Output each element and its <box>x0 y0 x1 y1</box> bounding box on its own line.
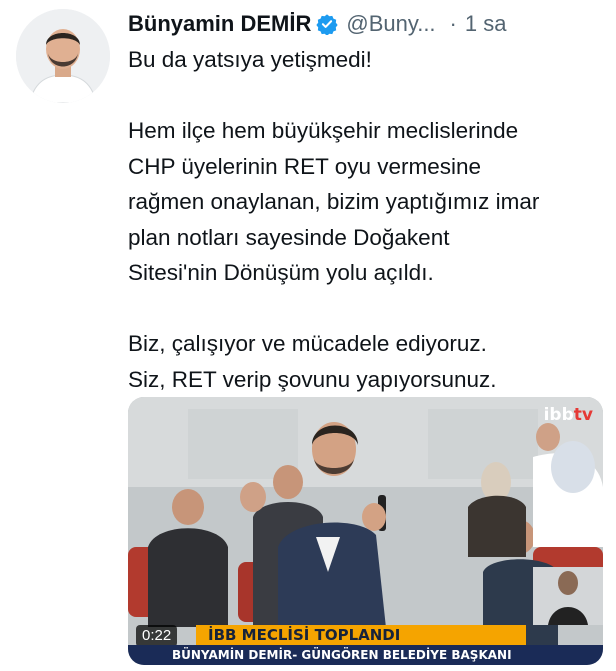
separator-dot: · <box>449 11 457 36</box>
video-player[interactable]: ibbtv 0:22 İBB MECLİSİ TOPLANDI BÜNYAMİN… <box>128 397 603 665</box>
tweet-line: Biz, çalışıyor ve mücadele ediyoruz. <box>128 331 487 356</box>
lower-third-headline: İBB MECLİSİ TOPLANDI <box>196 625 526 645</box>
avatar[interactable] <box>16 9 110 103</box>
author-handle[interactable]: @Buny... <box>346 11 435 37</box>
video-duration: 0:22 <box>136 625 178 647</box>
tweet-text: Bu da yatsıya yetişmedi! Hem ilçe hem bü… <box>128 42 598 397</box>
tweet-line: Bu da yatsıya yetişmedi! <box>128 47 372 72</box>
tweet-line: plan notları sayesinde Doğakent <box>128 224 450 250</box>
tweet-line: rağmen onaylanan, bizim yaptığımız imar <box>128 189 540 214</box>
tweet-line: Siz, RET verip şovunu yapıyorsunuz. <box>128 366 497 392</box>
tweet-line: CHP üyelerinin RET oyu vermesine <box>128 153 482 179</box>
lower-third-caption: BÜNYAMİN DEMİR- GÜNGÖREN BELEDİYE BAŞKAN… <box>128 645 603 665</box>
timestamp[interactable]: 1 sa <box>465 11 507 37</box>
tweet-line: Hem ilçe hem büyükşehir meclislerinde <box>128 118 519 143</box>
tweet-line: Sitesi'nin Dönüşüm yolu açıldı. <box>128 260 434 285</box>
tweet-header: Bünyamin DEMİR @Buny... · 1 sa <box>128 8 598 40</box>
ibbtv-logo: ibbtv <box>543 405 593 425</box>
author-name[interactable]: Bünyamin DEMİR <box>128 11 311 37</box>
verified-badge-icon <box>316 14 338 35</box>
avatar-photo <box>16 9 110 103</box>
